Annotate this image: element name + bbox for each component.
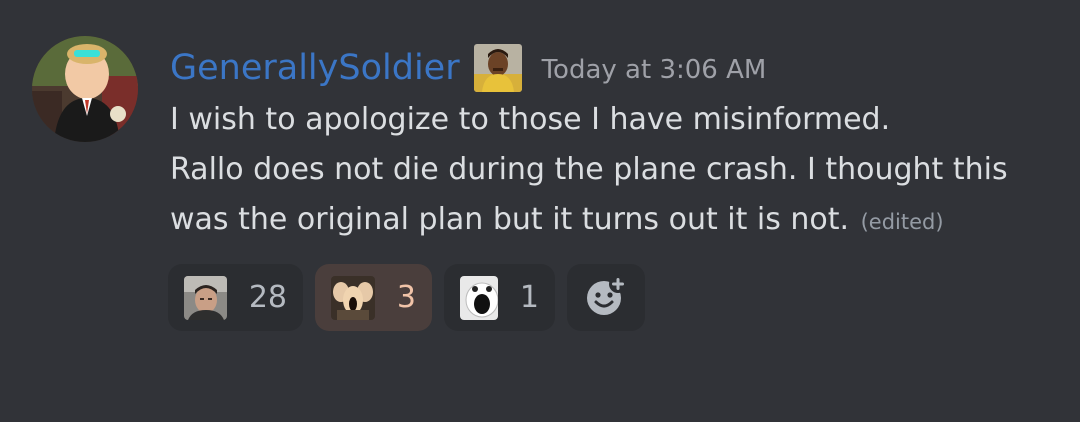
role-icon-image xyxy=(473,44,522,92)
reaction-count: 28 xyxy=(248,280,287,315)
reactions-bar: 28 3 1 xyxy=(168,264,645,331)
message-line-text: was the original plan but it turns out i… xyxy=(170,202,850,237)
edited-label: (edited) xyxy=(860,210,944,234)
message-line: Rallo does not die during the plane cras… xyxy=(170,152,1008,187)
message-timestamp[interactable]: Today at 3:06 AM xyxy=(542,55,767,85)
user-avatar[interactable] xyxy=(32,36,138,142)
custom-face-emoji-icon xyxy=(184,275,227,320)
message-content: I wish to apologize to those I have misi… xyxy=(170,95,1060,247)
avatar-image xyxy=(32,36,138,142)
reaction-count: 3 xyxy=(396,280,416,315)
reaction-count: 1 xyxy=(519,280,539,315)
username[interactable]: GenerallySoldier xyxy=(170,43,460,93)
message-line: was the original plan but it turns out i… xyxy=(170,195,1060,247)
custom-screaming-emoji-icon xyxy=(331,275,375,320)
add-reaction-button[interactable] xyxy=(567,264,645,331)
reaction-button[interactable]: 1 xyxy=(444,264,555,331)
message-header: GenerallySoldier Today at 3:06 AM xyxy=(170,40,766,96)
role-icon[interactable] xyxy=(473,44,522,92)
custom-shocked-dog-emoji-icon xyxy=(460,275,498,320)
chat-message: GenerallySoldier Today at 3:06 AM I wish… xyxy=(0,0,1080,422)
reaction-button[interactable]: 28 xyxy=(168,264,303,331)
message-line: I wish to apologize to those I have misi… xyxy=(170,102,891,137)
reaction-button-active[interactable]: 3 xyxy=(315,264,432,331)
add-reaction-icon xyxy=(585,274,627,321)
